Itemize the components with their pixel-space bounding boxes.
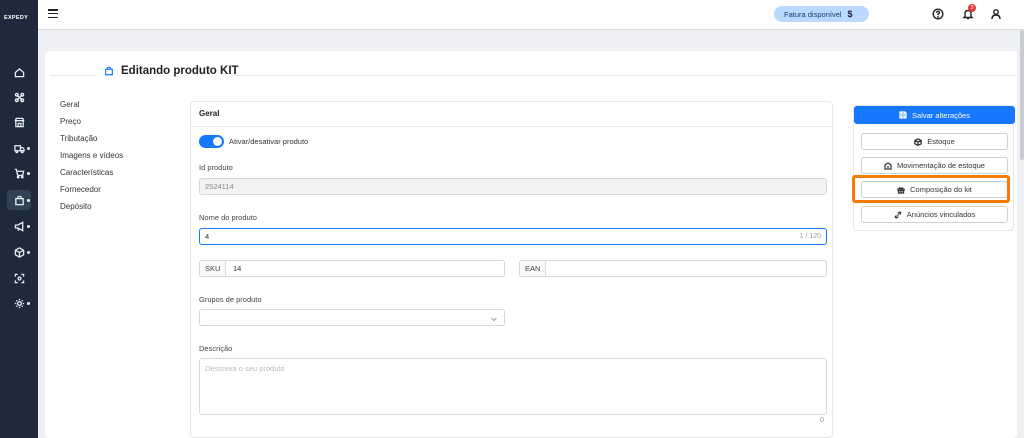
chevron-down-icon: [490, 313, 498, 322]
box-icon[interactable]: [13, 246, 25, 258]
nav-item-tributacao[interactable]: Tributação: [60, 134, 123, 151]
notification-badge: 3: [968, 4, 976, 12]
sku-value: 14: [233, 264, 242, 273]
sku-field[interactable]: SKU 14: [199, 260, 505, 277]
nav-item-fornecedor[interactable]: Fornecedor: [60, 185, 123, 202]
main-panel: Editando produto KIT Geral Preço Tributa…: [45, 51, 1017, 438]
page-title: Editando produto KIT: [104, 65, 239, 77]
store-icon[interactable]: [13, 116, 25, 128]
ean-field[interactable]: EAN: [519, 260, 827, 277]
expand-dot: [27, 302, 30, 305]
actions-panel: Salvar alterações Estoque Movimentação d…: [853, 105, 1015, 231]
groups-label: Grupos de produto: [199, 295, 262, 304]
name-counter: 1 / 120: [799, 233, 821, 240]
scrollbar[interactable]: [1020, 30, 1024, 160]
active-toggle[interactable]: [199, 135, 224, 148]
home-icon[interactable]: [13, 66, 25, 78]
nav-item-geral[interactable]: Geral: [60, 100, 123, 117]
topbar: [38, 0, 1024, 30]
gear-icon[interactable]: [13, 297, 25, 309]
id-field: 2524114: [199, 178, 827, 195]
app-logo[interactable]: EXPEDY: [4, 15, 28, 21]
nav-item-imagens[interactable]: Imagens e vídeos: [60, 151, 123, 168]
nav-item-preco[interactable]: Preço: [60, 117, 123, 134]
box-icon: [914, 137, 923, 146]
stock-moves-icon: [884, 161, 892, 170]
save-label: Salvar alterações: [912, 110, 970, 120]
help-icon[interactable]: [932, 8, 944, 20]
description-textarea[interactable]: Descreva o seu produto: [199, 358, 827, 415]
invoice-available-label: Fatura disponível: [784, 9, 842, 19]
name-field[interactable]: 4 1 / 120: [199, 228, 827, 245]
left-rail: EXPEDY: [0, 0, 38, 438]
stock-moves-label: Movimentação de estoque: [897, 161, 985, 170]
title-divider: [235, 75, 1015, 76]
name-value: 4: [205, 232, 210, 241]
user-icon[interactable]: [990, 8, 1002, 20]
truck-icon[interactable]: [13, 142, 25, 154]
network-icon[interactable]: [13, 91, 25, 103]
save-icon: [899, 111, 907, 119]
expand-dot: [27, 147, 30, 150]
id-label: Id produto: [199, 163, 233, 172]
name-label: Nome do produto: [199, 213, 257, 222]
invoice-available-button[interactable]: Fatura disponível $: [774, 6, 869, 22]
section-nav: Geral Preço Tributação Imagens e vídeos …: [60, 100, 123, 219]
menu-icon[interactable]: [48, 9, 58, 19]
description-counter: 0: [820, 417, 824, 424]
save-button[interactable]: Salvar alterações: [854, 106, 1015, 124]
nav-item-deposito[interactable]: Depósito: [60, 202, 123, 219]
expand-dot: [27, 199, 30, 202]
id-value: 2524114: [205, 182, 234, 191]
nav-item-caracteristicas[interactable]: Características: [60, 168, 123, 185]
link-icon: [894, 211, 902, 218]
megaphone-icon[interactable]: [13, 220, 25, 232]
description-placeholder: Descreva o seu produto: [205, 364, 285, 373]
stock-button[interactable]: Estoque: [861, 133, 1008, 150]
highlight-box: [852, 175, 1010, 203]
groups-select[interactable]: [199, 309, 505, 326]
sku-label: SKU: [200, 261, 227, 276]
bag-icon: [105, 66, 113, 76]
description-label: Descrição: [199, 344, 233, 353]
title-divider: [50, 75, 95, 76]
stock-moves-button[interactable]: Movimentação de estoque: [861, 157, 1008, 174]
card-title: Geral: [191, 102, 832, 127]
expand-dot: [27, 251, 30, 254]
dollar-icon: $: [847, 9, 853, 19]
ean-label: EAN: [520, 261, 547, 276]
expand-dot: [27, 172, 30, 175]
expand-dot: [27, 225, 30, 228]
stock-label: Estoque: [927, 137, 955, 146]
general-card: Geral Ativar/desativar produto Id produt…: [190, 101, 833, 438]
active-toggle-label: Ativar/desativar produto: [229, 137, 309, 146]
scan-icon[interactable]: [13, 272, 25, 284]
cart-icon[interactable]: [13, 167, 25, 179]
linked-ads-button[interactable]: Anúncios vinculados: [861, 206, 1008, 223]
page-title-text: Editando produto KIT: [121, 65, 239, 77]
linked-ads-label: Anúncios vinculados: [906, 210, 976, 219]
